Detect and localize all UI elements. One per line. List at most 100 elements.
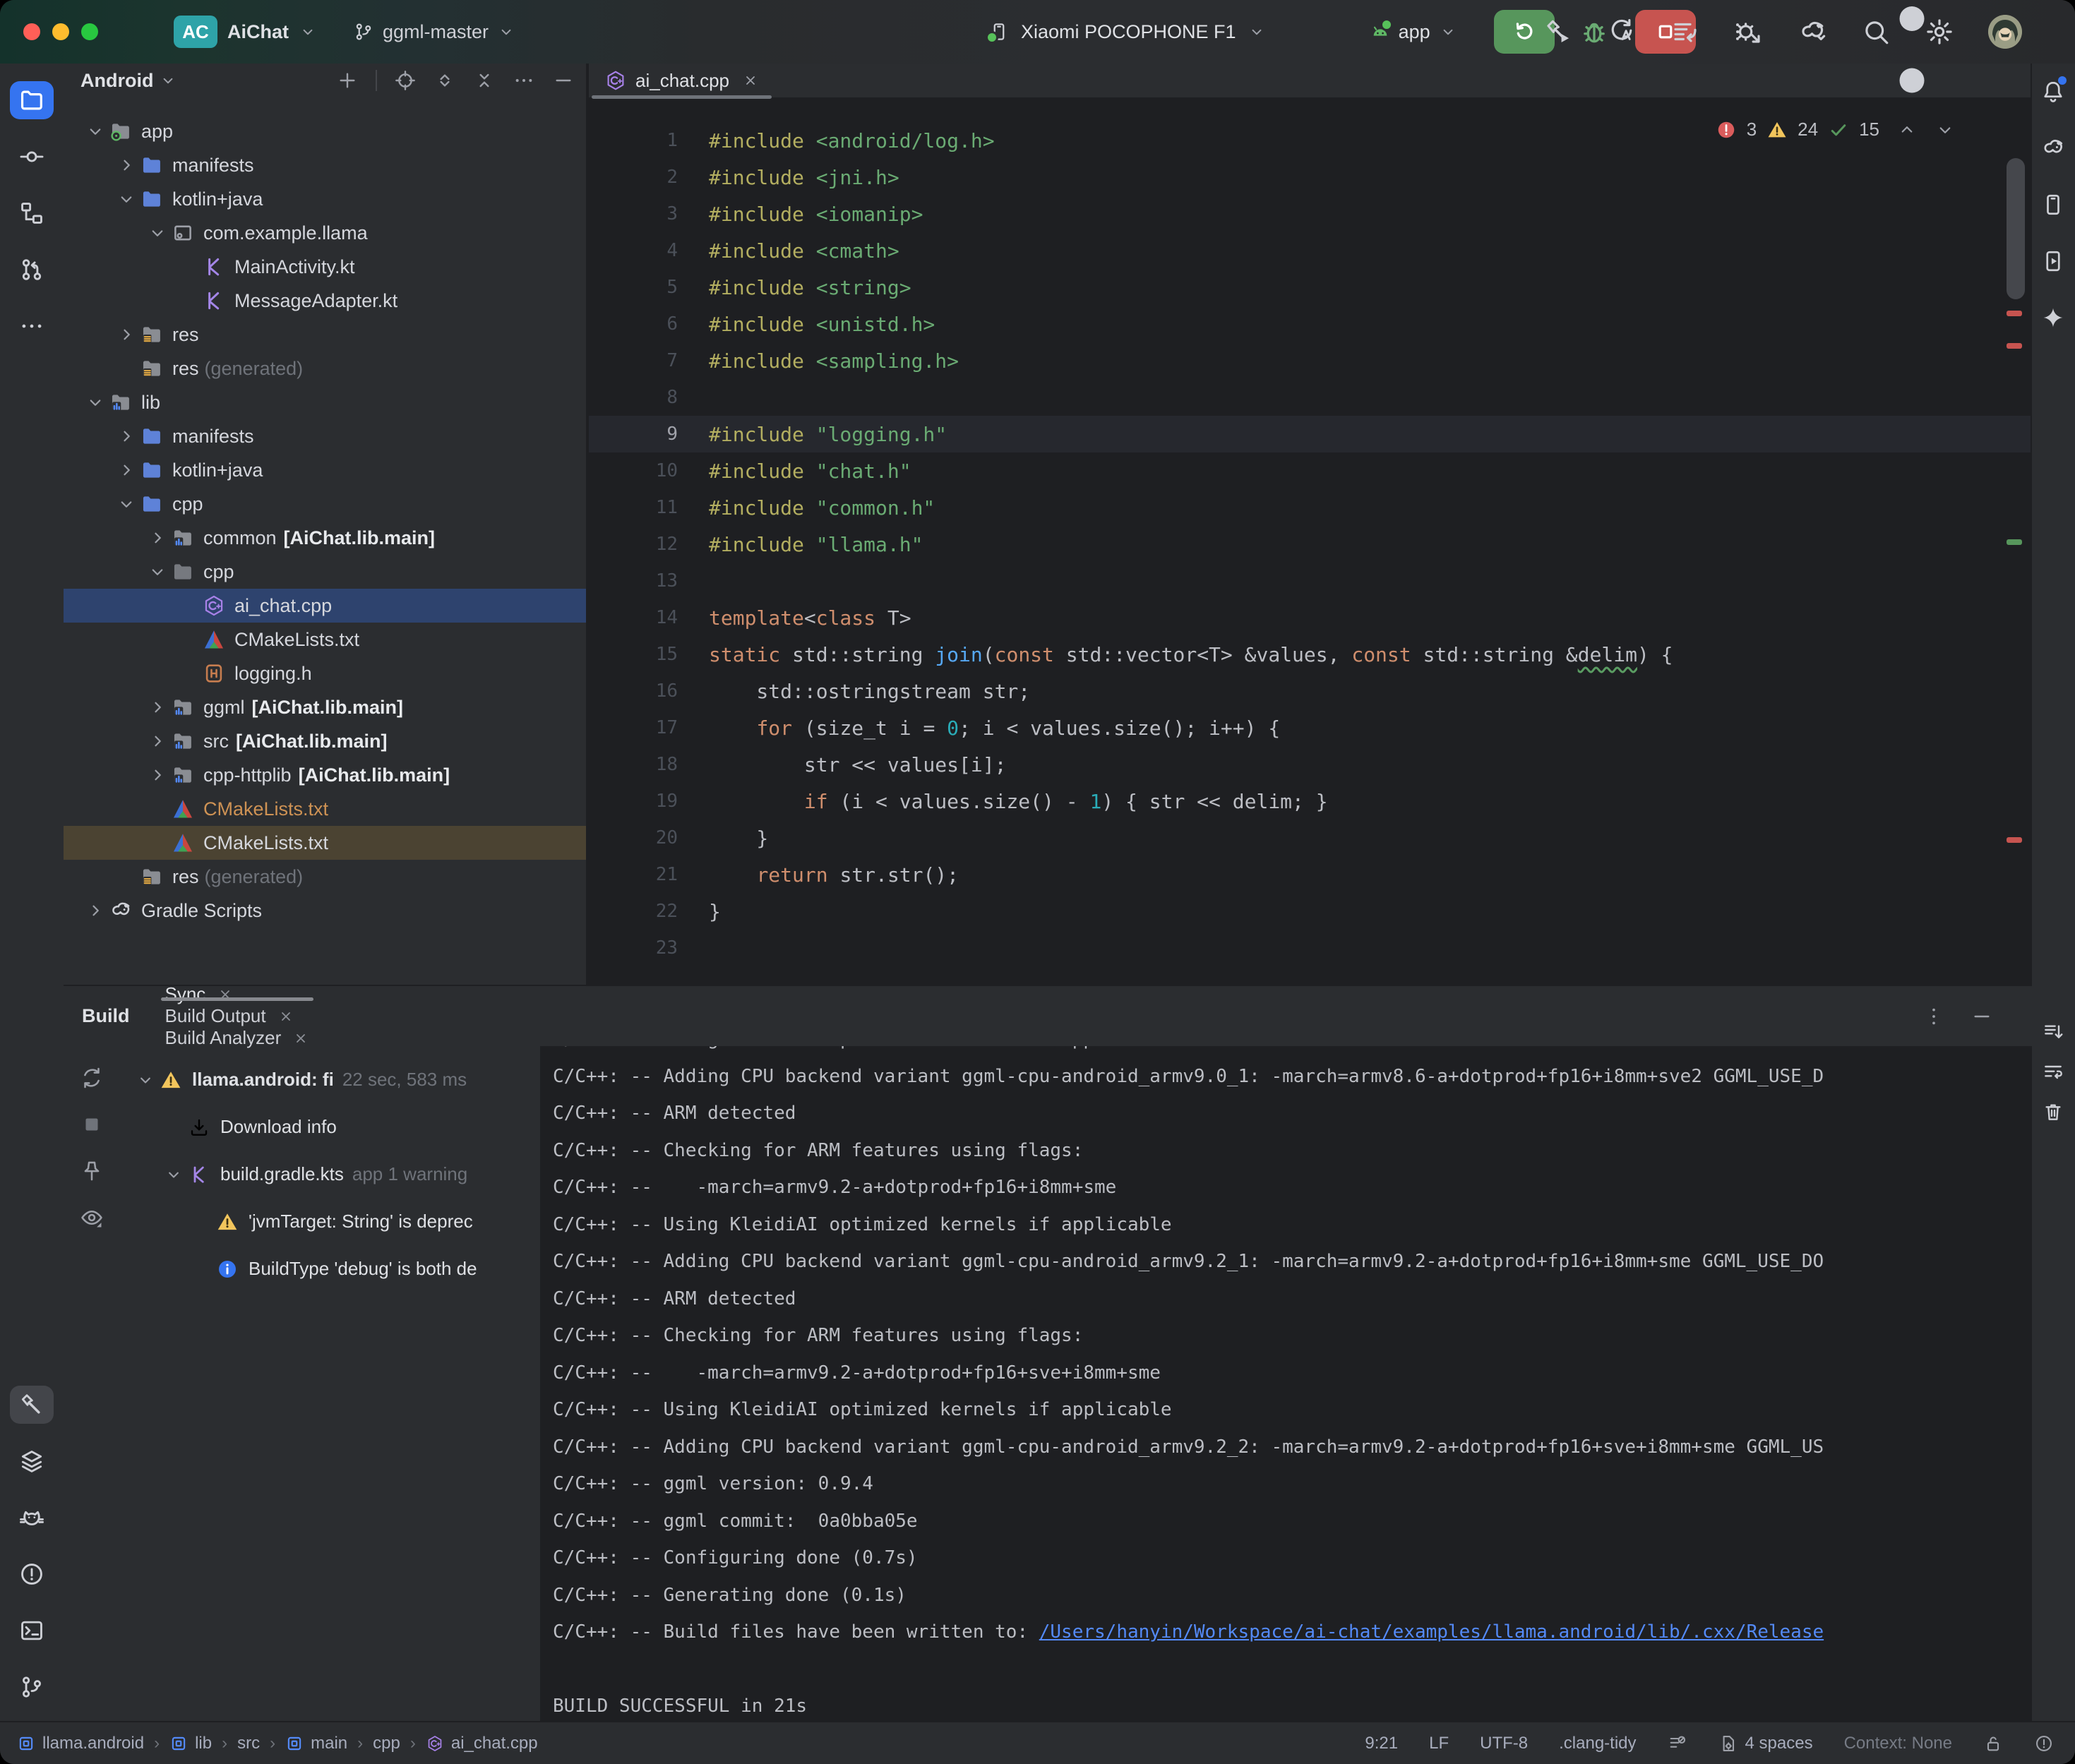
chevron-down-icon[interactable]: [131, 1070, 160, 1090]
sync-icon[interactable]: [80, 1066, 104, 1090]
build-hammer-icon[interactable]: [1543, 17, 1573, 47]
console-link[interactable]: /Users/hanyin/Workspace/ai-chat/examples…: [1039, 1621, 1824, 1643]
status-widget--clang-tidy[interactable]: .clang-tidy: [1559, 1734, 1636, 1753]
run-config-selector[interactable]: app: [1369, 21, 1457, 43]
status-widget-utf-8[interactable]: UTF-8: [1480, 1734, 1528, 1753]
code-line[interactable]: 18 str << values[i];: [589, 746, 2032, 783]
device-explorer-button[interactable]: [2032, 176, 2074, 233]
code-line[interactable]: 6#include <unistd.h>: [589, 306, 2032, 342]
change-stripe-mark[interactable]: [2007, 539, 2022, 545]
chevron-right-icon[interactable]: [113, 324, 140, 345]
breadcrumb[interactable]: main: [285, 1734, 347, 1753]
minus-icon[interactable]: [552, 69, 575, 92]
soft-wrap-button[interactable]: [2032, 1052, 2074, 1092]
tool-window-button-build[interactable]: [0, 1376, 64, 1433]
build-tree-item[interactable]: build.gradle.ktsapp 1 warning: [120, 1151, 540, 1198]
project-tree-item[interactable]: kotlin+java: [64, 453, 586, 487]
chevron-right-icon[interactable]: [144, 527, 171, 548]
build-tree-item[interactable]: llama.android: fi22 sec, 583 ms: [120, 1056, 540, 1103]
project-tree-item[interactable]: ai_chat.cpp: [64, 589, 586, 623]
breadcrumb[interactable]: src: [237, 1734, 260, 1753]
build-tab-build-output[interactable]: Build Output: [161, 1005, 314, 1027]
next-issue-icon[interactable]: [1935, 119, 1956, 140]
project-tree-item[interactable]: src[AiChat.lib.main]: [64, 724, 586, 758]
build-tree-item[interactable]: Download info: [120, 1103, 540, 1151]
chevron-down-icon[interactable]: [159, 71, 177, 90]
running-devices-button[interactable]: [2032, 233, 2074, 289]
editor-tab[interactable]: ai_chat.cpp: [589, 64, 775, 97]
status-widget-context-none[interactable]: Context: None: [1844, 1734, 1952, 1753]
code-line[interactable]: 22}: [589, 893, 2032, 930]
code-line[interactable]: 13: [589, 563, 2032, 599]
clear-all-button[interactable]: [2032, 1092, 2074, 1132]
tool-window-button-logcat[interactable]: [0, 1489, 64, 1546]
stop-gray-icon[interactable]: [80, 1112, 104, 1136]
code-line[interactable]: 4#include <cmath>: [589, 232, 2032, 269]
build-tab-sync[interactable]: Sync: [161, 983, 314, 1005]
code-line[interactable]: 23: [589, 930, 2032, 966]
tool-window-button-commit[interactable]: [0, 128, 64, 185]
project-tree-item[interactable]: MessageAdapter.kt: [64, 284, 586, 318]
prev-issue-icon[interactable]: [1896, 119, 1918, 140]
attach-debugger-icon[interactable]: [1734, 17, 1764, 47]
breadcrumb[interactable]: lib: [169, 1734, 212, 1753]
chevron-down-icon[interactable]: [82, 121, 109, 142]
more-icon[interactable]: [513, 69, 535, 92]
build-tree-item[interactable]: BuildType 'debug' is both de: [120, 1245, 540, 1292]
code-line[interactable]: 10#include "chat.h": [589, 452, 2032, 489]
chevron-down-icon[interactable]: [144, 561, 171, 582]
code-line[interactable]: 16 std::ostringstream str;: [589, 673, 2032, 709]
pin-icon[interactable]: [80, 1159, 104, 1183]
chevron-right-icon[interactable]: [144, 697, 171, 718]
project-tree-item[interactable]: common[AiChat.lib.main]: [64, 521, 586, 555]
code-line[interactable]: 14template<class T>: [589, 599, 2032, 636]
project-tree-item[interactable]: CMakeLists.txt: [64, 792, 586, 826]
project-tree-item[interactable]: manifests: [64, 148, 586, 182]
chevron-right-icon[interactable]: [82, 900, 109, 921]
error-stripe-mark[interactable]: [2007, 311, 2022, 316]
project-tree-item[interactable]: Gradle Scripts: [64, 894, 586, 928]
locate-icon[interactable]: [394, 69, 417, 92]
close-tab-icon[interactable]: [742, 72, 759, 89]
chevron-down-icon[interactable]: [82, 392, 109, 413]
project-tree-item[interactable]: res: [64, 318, 586, 352]
collapse-all-icon[interactable]: [473, 69, 496, 92]
status-widget-inspections[interactable]: [1668, 1734, 1687, 1753]
inspections-widget[interactable]: 3 24 15: [1716, 119, 1956, 140]
chevron-down-icon[interactable]: [144, 222, 171, 244]
breadcrumb[interactable]: llama.android: [17, 1734, 144, 1753]
tool-window-button-more[interactable]: [0, 298, 64, 354]
expand-all-icon[interactable]: [433, 69, 456, 92]
code-line[interactable]: 11#include "common.h": [589, 489, 2032, 526]
chevron-right-icon[interactable]: [144, 764, 171, 786]
project-tree-item[interactable]: res(generated): [64, 860, 586, 894]
code-line[interactable]: 3#include <iomanip>: [589, 196, 2032, 232]
project-tree-item[interactable]: lib: [64, 385, 586, 419]
project-widget[interactable]: AC AiChat: [174, 0, 317, 64]
build-tree-item[interactable]: 'jvmTarget: String' is deprec: [120, 1198, 540, 1245]
code-line[interactable]: 2#include <jni.h>: [589, 159, 2032, 196]
chevron-down-icon[interactable]: [113, 188, 140, 210]
build-console[interactable]: C/C++: -- Using KleidiAI optimized kerne…: [540, 1046, 2032, 1722]
device-selector[interactable]: Xiaomi POCOPHONE F1: [1021, 21, 1236, 43]
code-line[interactable]: 21 return str.str();: [589, 856, 2032, 893]
project-tree-item[interactable]: manifests: [64, 419, 586, 453]
project-tree-item[interactable]: cpp-httplib[AiChat.lib.main]: [64, 758, 586, 792]
status-widget-lock-open[interactable]: [1983, 1734, 2003, 1753]
project-tree-item[interactable]: ggml[AiChat.lib.main]: [64, 690, 586, 724]
tool-window-button-project[interactable]: [0, 72, 64, 128]
zoom-window-button[interactable]: [81, 23, 98, 40]
chevron-right-icon[interactable]: [144, 731, 171, 752]
preview-eye-icon[interactable]: [80, 1206, 104, 1230]
breadcrumb[interactable]: cpp: [373, 1734, 400, 1753]
minimize-window-button[interactable]: [52, 23, 69, 40]
project-tree-item[interactable]: res(generated): [64, 352, 586, 385]
notifications-button[interactable]: [2032, 64, 2074, 120]
error-stripe-mark[interactable]: [2007, 343, 2022, 349]
vcs-branch-widget[interactable]: ggml-master: [353, 0, 515, 64]
error-stripe-mark[interactable]: [2007, 837, 2022, 843]
chevron-down-icon[interactable]: [160, 1165, 188, 1184]
status-widget-9-21[interactable]: 9:21: [1365, 1734, 1398, 1753]
close-tab-icon[interactable]: [217, 986, 234, 1003]
project-tree-item[interactable]: CMakeLists.txt: [64, 826, 586, 860]
